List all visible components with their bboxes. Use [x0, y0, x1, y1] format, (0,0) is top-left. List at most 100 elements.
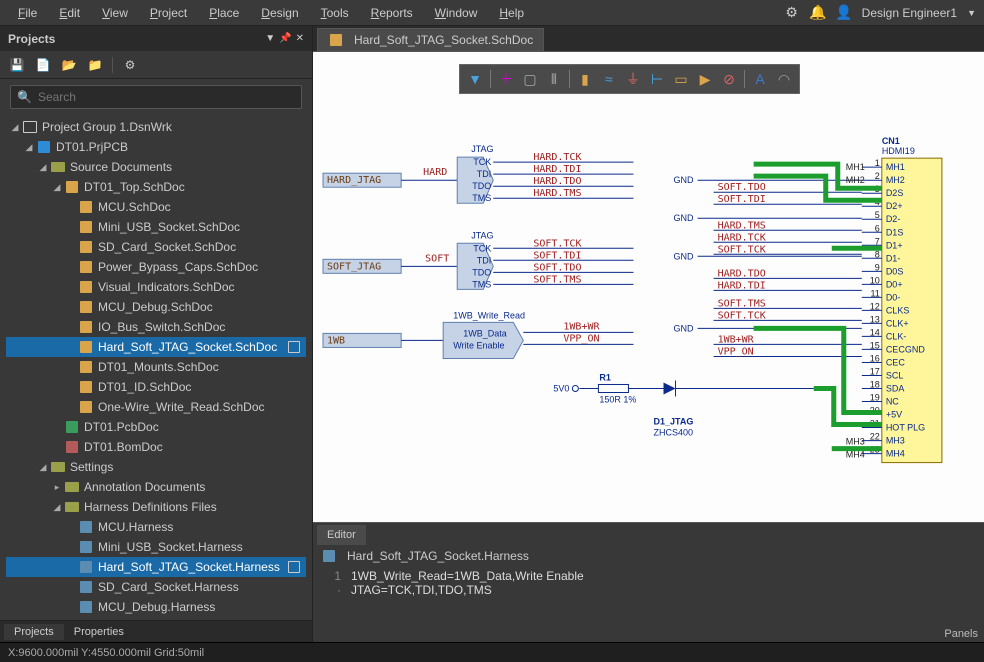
filter-icon[interactable]: ▼	[464, 68, 486, 90]
schematic-canvas[interactable]: ▼ ＋ ▢ ⫴ ▮ ≈ ⏚ ⊢ ▭ ▶ ⊘ A ◠ CN1	[313, 52, 984, 522]
svg-text:JTAG: JTAG	[471, 230, 493, 240]
svg-text:HARD.TCK: HARD.TCK	[718, 232, 766, 243]
tree-item-label: Mini_USB_Socket.SchDoc	[98, 220, 240, 234]
tab-projects[interactable]: Projects	[4, 624, 64, 640]
open-project-icon[interactable]: 📁	[86, 56, 104, 74]
tree-item[interactable]: MCU.SchDoc	[6, 197, 306, 217]
menu-file[interactable]: File	[8, 3, 47, 23]
gear-icon[interactable]: ⚙	[784, 5, 800, 21]
editor-tab[interactable]: Editor	[317, 525, 366, 545]
svg-text:HDMI19: HDMI19	[882, 146, 915, 156]
select-rect-icon[interactable]: ▢	[519, 68, 541, 90]
tree-item[interactable]: ◢ DT01.PrjPCB	[6, 137, 306, 157]
open-folder-icon[interactable]: 📂	[60, 56, 78, 74]
projects-toolbar: 💾 📄 📂 📁 ⚙	[0, 51, 312, 79]
tree-item[interactable]: SD_Card_Socket.SchDoc	[6, 237, 306, 257]
schematic-svg[interactable]: CN1 HDMI19 1MH12MH23D2S4D2+5D2-6D1S7D1+8…	[313, 52, 984, 522]
bell-icon[interactable]: 🔔	[810, 5, 826, 21]
arc-icon[interactable]: ◠	[773, 68, 795, 90]
tree-toggle-icon[interactable]: ◢	[36, 462, 50, 473]
cursor-icon[interactable]: ＋	[495, 68, 517, 90]
panel-pin-icon[interactable]: 📌	[279, 33, 291, 44]
tree-toggle-icon[interactable]: ◢	[8, 122, 22, 133]
settings-icon[interactable]: ⚙	[121, 56, 139, 74]
place-wire-icon[interactable]: ≈	[598, 68, 620, 90]
panel-close-icon[interactable]: ✕	[296, 33, 304, 44]
menu-reports[interactable]: Reports	[361, 3, 423, 23]
menu-tools[interactable]: Tools	[311, 3, 359, 23]
menu-project[interactable]: Project	[140, 3, 197, 23]
user-name[interactable]: Design Engineer1	[862, 6, 957, 20]
tree-toggle-icon[interactable]: ◢	[22, 142, 36, 153]
panel-dropdown-icon[interactable]: ▼	[265, 33, 275, 44]
svg-text:SCL: SCL	[886, 370, 904, 380]
tree-item-label: DT01_ID.SchDoc	[98, 380, 191, 394]
menu-help[interactable]: Help	[489, 3, 534, 23]
svg-text:1WB: 1WB	[327, 335, 345, 346]
tree-item[interactable]: IO_Bus_Switch.SchDoc	[6, 317, 306, 337]
tree-item[interactable]: Power_Bypass_Caps.SchDoc	[6, 257, 306, 277]
document-area: Hard_Soft_JTAG_Socket.SchDoc ▼ ＋ ▢ ⫴ ▮ ≈…	[313, 26, 984, 642]
tree-toggle-icon[interactable]: ▸	[50, 482, 64, 493]
tree-item[interactable]: DT01_ID.SchDoc	[6, 377, 306, 397]
tree-item[interactable]: ▸ Annotation Documents	[6, 477, 306, 497]
svg-text:ZHCS400: ZHCS400	[653, 428, 693, 438]
project-tree[interactable]: ◢ Project Group 1.DsnWrk ◢ DT01.PrjPCB ◢…	[0, 115, 312, 620]
align-icon[interactable]: ⫴	[543, 68, 565, 90]
tree-item-label: DT01.PrjPCB	[56, 140, 128, 154]
tree-item[interactable]: ◢ DT01_Top.SchDoc	[6, 177, 306, 197]
svg-text:19: 19	[870, 393, 880, 403]
user-icon[interactable]: 👤	[836, 5, 852, 21]
tree-toggle-icon[interactable]: ◢	[50, 502, 64, 513]
tree-item[interactable]: DT01.PcbDoc	[6, 417, 306, 437]
svg-text:SOFT.TDI: SOFT.TDI	[533, 250, 581, 261]
menu-design[interactable]: Design	[251, 3, 308, 23]
tree-toggle-icon[interactable]: ◢	[36, 162, 50, 173]
tree-item[interactable]: SD_Card_Socket.Harness	[6, 577, 306, 597]
menu-place[interactable]: Place	[199, 3, 249, 23]
tree-item[interactable]: MCU_Debug.Harness	[6, 597, 306, 617]
tab-properties[interactable]: Properties	[64, 624, 134, 640]
tree-item[interactable]: Visual_Indicators.SchDoc	[6, 277, 306, 297]
tree-item[interactable]: DT01_Mounts.SchDoc	[6, 357, 306, 377]
tree-item[interactable]: DT01.BomDoc	[6, 437, 306, 457]
doc-tab-active[interactable]: Hard_Soft_JTAG_Socket.SchDoc	[317, 28, 544, 51]
editor-code[interactable]: 11WB_Write_Read=1WB_Data,Write Enable·JT…	[313, 567, 984, 642]
place-port-icon[interactable]: ▶	[694, 68, 716, 90]
svg-text:MH4: MH4	[846, 450, 865, 460]
menubar-left: FileEditViewProjectPlaceDesignToolsRepor…	[8, 3, 534, 23]
tree-item[interactable]: One-Wire_Write_Read.SchDoc	[6, 397, 306, 417]
svg-text:GND: GND	[674, 251, 695, 261]
menu-edit[interactable]: Edit	[49, 3, 90, 23]
tree-item[interactable]: ◢ Settings	[6, 457, 306, 477]
tree-item[interactable]: ◢ Project Group 1.DsnWrk	[6, 117, 306, 137]
new-doc-icon[interactable]: 📄	[34, 56, 52, 74]
svg-text:TDI: TDI	[477, 255, 492, 265]
place-bus-icon[interactable]: ⊢	[646, 68, 668, 90]
tree-item[interactable]: Mini_USB_Socket.Harness	[6, 537, 306, 557]
tree-item[interactable]: Hard_Soft_JTAG_Socket.Harness	[6, 557, 306, 577]
search-box[interactable]: 🔍	[10, 85, 302, 109]
tree-item[interactable]: ◢ Source Documents	[6, 157, 306, 177]
save-icon[interactable]: 💾	[8, 56, 26, 74]
place-gnd-icon[interactable]: ⏚	[622, 68, 644, 90]
tree-item-label: Harness Definitions Files	[84, 500, 217, 514]
tree-item[interactable]: ◢ Harness Definitions Files	[6, 497, 306, 517]
place-part-icon[interactable]: ▮	[574, 68, 596, 90]
tree-item[interactable]: Hard_Soft_JTAG_Socket.SchDoc	[6, 337, 306, 357]
user-dropdown-icon[interactable]: ▼	[967, 8, 976, 18]
tree-item[interactable]: MCU_Debug.SchDoc	[6, 297, 306, 317]
tree-toggle-icon[interactable]: ◢	[50, 182, 64, 193]
tree-item[interactable]: MCU.Harness	[6, 517, 306, 537]
search-input[interactable]	[38, 90, 295, 104]
place-harness-icon[interactable]: ▭	[670, 68, 692, 90]
text-icon[interactable]: A	[749, 68, 771, 90]
svg-text:1WB+WR: 1WB+WR	[718, 334, 755, 345]
panels-button[interactable]: Panels	[944, 628, 978, 640]
no-erc-icon[interactable]: ⊘	[718, 68, 740, 90]
tree-item[interactable]: Mini_USB_Socket.SchDoc	[6, 217, 306, 237]
menu-view[interactable]: View	[92, 3, 138, 23]
svg-text:12: 12	[870, 301, 880, 311]
menu-window[interactable]: Window	[425, 3, 488, 23]
svg-text:NC: NC	[886, 397, 899, 407]
